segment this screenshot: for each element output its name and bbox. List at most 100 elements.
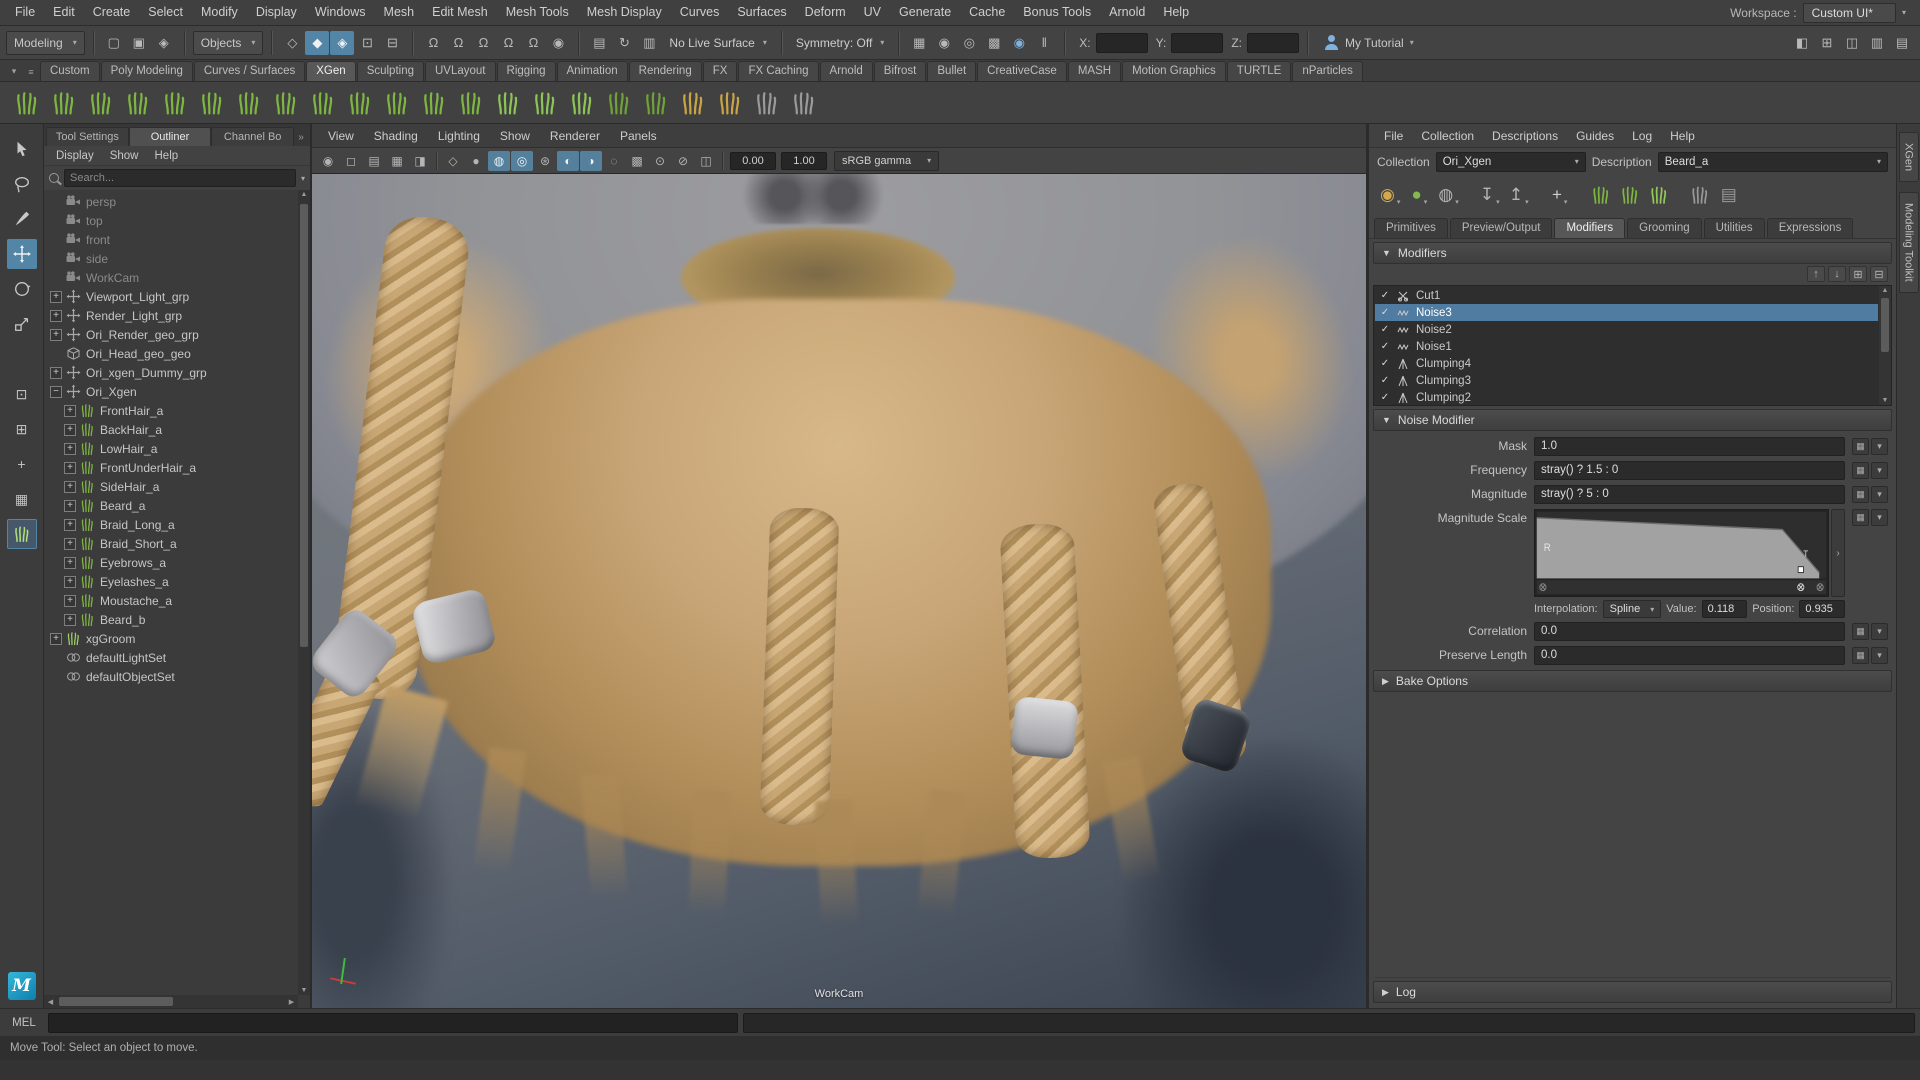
menu-cache[interactable]: Cache (960, 0, 1014, 25)
expander-icon[interactable]: + (64, 481, 76, 493)
clear-preview-icon[interactable]: ◍▾ (1435, 180, 1461, 210)
expression-button[interactable]: ▾ (1871, 647, 1888, 664)
xgen-export-patches-icon[interactable] (676, 86, 710, 120)
outliner-item-side[interactable]: side (44, 249, 298, 268)
expander-icon[interactable]: + (64, 538, 76, 550)
select-mask-point-icon[interactable]: ⊡ (355, 31, 379, 55)
rotate-tool[interactable] (7, 274, 37, 304)
modifier-item-noise2[interactable]: ✓Noise2 (1375, 321, 1878, 338)
outliner-item-defaultobjectset[interactable]: defaultObjectSet (44, 667, 298, 686)
two-pane-layout-icon[interactable]: ◫ (1840, 31, 1864, 55)
menu-arnold[interactable]: Arnold (1100, 0, 1154, 25)
param-value-field[interactable]: 0.0 (1534, 646, 1845, 665)
construction-history-icon[interactable]: ↻ (612, 31, 636, 55)
shelf-tab-arnold[interactable]: Arnold (820, 61, 873, 81)
viewport-3d-canvas[interactable]: WorkCam (312, 174, 1366, 1008)
expander-icon[interactable]: + (64, 424, 76, 436)
account-menu[interactable]: My Tutorial ▾ (1316, 31, 1422, 55)
outliner-item-ori-xgen[interactable]: −Ori_Xgen (44, 382, 298, 401)
shelf-tab-bullet[interactable]: Bullet (927, 61, 976, 81)
dock-tab-xgen[interactable]: XGen (1899, 132, 1919, 182)
checkmark-icon[interactable]: ✓ (1379, 290, 1391, 301)
expression-button[interactable]: ▾ (1871, 623, 1888, 640)
outliner-item-top[interactable]: top (44, 211, 298, 230)
textured-icon[interactable]: ◍ (488, 151, 510, 171)
outliner-menu-help[interactable]: Help (147, 150, 187, 162)
save-scene-icon[interactable]: ◈ (152, 31, 176, 55)
interpolation-selector[interactable]: Spline ▾ (1603, 600, 1662, 618)
xgen-update-preview-icon[interactable] (639, 86, 673, 120)
outliner-item-render-light-grp[interactable]: +Render_Light_grp (44, 306, 298, 325)
menu-mesh[interactable]: Mesh (375, 0, 424, 25)
select-by-object-icon[interactable]: ◆ (305, 31, 329, 55)
description-selector[interactable]: Beard_a ▾ (1658, 152, 1888, 172)
outliner-horizontal-scrollbar[interactable]: ◀ ▶ (44, 995, 298, 1008)
menu-create[interactable]: Create (84, 0, 140, 25)
xgen-tab-modifiers[interactable]: Modifiers (1554, 218, 1625, 238)
outliner-item-lowhair-a[interactable]: +LowHair_a (44, 439, 298, 458)
select-camera-icon[interactable]: ◉ (317, 151, 339, 171)
panel-tab-channel-bo[interactable]: Channel Bo (211, 127, 294, 146)
mel-command-input[interactable] (48, 1013, 738, 1033)
viewport-menu-shading[interactable]: Shading (364, 129, 428, 143)
texture-map-button[interactable]: ▦ (1852, 647, 1869, 664)
image-plane-icon[interactable]: ◨ (409, 151, 431, 171)
checkmark-icon[interactable]: ✓ (1379, 375, 1391, 386)
xgen-menu-file[interactable]: File (1375, 129, 1412, 143)
texture-map-button[interactable]: ▦ (1852, 462, 1869, 479)
menu-set-selector[interactable]: Modeling ▾ (6, 31, 85, 55)
gamma-field[interactable]: 1.00 (781, 152, 827, 170)
scrollbar-thumb[interactable] (1881, 298, 1889, 352)
motion-blur-icon[interactable]: ◌ (603, 151, 625, 171)
single-pane-layout-icon[interactable]: ◧ (1790, 31, 1814, 55)
xgen-menu-log[interactable]: Log (1623, 129, 1661, 143)
ipr-render-icon[interactable]: ◎ (957, 31, 981, 55)
outliner-item-braid-long-a[interactable]: +Braid_Long_a (44, 515, 298, 534)
mel-result-field[interactable] (743, 1013, 1915, 1033)
outliner-menu-show[interactable]: Show (102, 150, 147, 162)
symmetry-selector[interactable]: Symmetry: Off ▾ (790, 31, 890, 55)
expression-button[interactable]: ▾ (1871, 462, 1888, 479)
mel-label[interactable]: MEL (5, 1017, 43, 1029)
ramp-value-input[interactable]: 0.118 (1702, 600, 1748, 618)
panel-tab-outliner[interactable]: Outliner (129, 127, 212, 146)
menu-mesh-display[interactable]: Mesh Display (578, 0, 671, 25)
xgen-part-brush-icon[interactable] (491, 86, 525, 120)
z-coordinate-input[interactable] (1247, 33, 1299, 53)
texture-map-button[interactable]: ▦ (1852, 623, 1869, 640)
scale-tool[interactable] (7, 309, 37, 339)
isolate-select-icon[interactable]: ⊘ (672, 151, 694, 171)
xgen-menu-guides[interactable]: Guides (1567, 129, 1623, 143)
modifier-item-noise3[interactable]: ✓Noise3 (1375, 304, 1878, 321)
open-scene-icon[interactable]: ▣ (127, 31, 151, 55)
menu-deform[interactable]: Deform (796, 0, 855, 25)
expander-icon[interactable]: + (50, 329, 62, 341)
xgen-preview-toggle-icon[interactable] (602, 86, 636, 120)
add-tool-icon[interactable]: + (7, 449, 37, 479)
shelf-tab-poly-modeling[interactable]: Poly Modeling (101, 61, 193, 81)
modifier-item-clumping2[interactable]: ✓Clumping2 (1375, 389, 1878, 404)
open-render-view-icon[interactable]: ▦ (907, 31, 931, 55)
exposure-field[interactable]: 0.00 (730, 152, 776, 170)
checkmark-icon[interactable]: ✓ (1379, 324, 1391, 335)
menu-generate[interactable]: Generate (890, 0, 960, 25)
paint-select-tool[interactable] (7, 204, 37, 234)
snap-to-point-icon[interactable]: Ω (471, 31, 495, 55)
xgen-blend-brush-icon[interactable] (565, 86, 599, 120)
xgen-add-guides-icon[interactable] (84, 86, 118, 120)
modifier-item-clumping4[interactable]: ✓Clumping4 (1375, 355, 1878, 372)
xgen-tab-preview-output[interactable]: Preview/Output (1450, 218, 1553, 238)
menu-edit-mesh[interactable]: Edit Mesh (423, 0, 497, 25)
select-by-hierarchy-icon[interactable]: ◇ (280, 31, 304, 55)
modifier-item-noise1[interactable]: ✓Noise1 (1375, 338, 1878, 355)
expander-icon[interactable]: + (64, 576, 76, 588)
expression-button[interactable]: ▾ (1871, 509, 1888, 526)
viewport-menu-lighting[interactable]: Lighting (428, 129, 490, 143)
outliner-item-frontunderhair-a[interactable]: +FrontUnderHair_a (44, 458, 298, 477)
xgen-menu-collection[interactable]: Collection (1412, 129, 1483, 143)
outliner-item-beard-a[interactable]: +Beard_a (44, 496, 298, 515)
render-current-frame-icon[interactable]: ◉ (932, 31, 956, 55)
multisample-icon[interactable]: ▩ (626, 151, 648, 171)
shelf-tab-rigging[interactable]: Rigging (497, 61, 556, 81)
xgen-tab-grooming[interactable]: Grooming (1627, 218, 1702, 238)
